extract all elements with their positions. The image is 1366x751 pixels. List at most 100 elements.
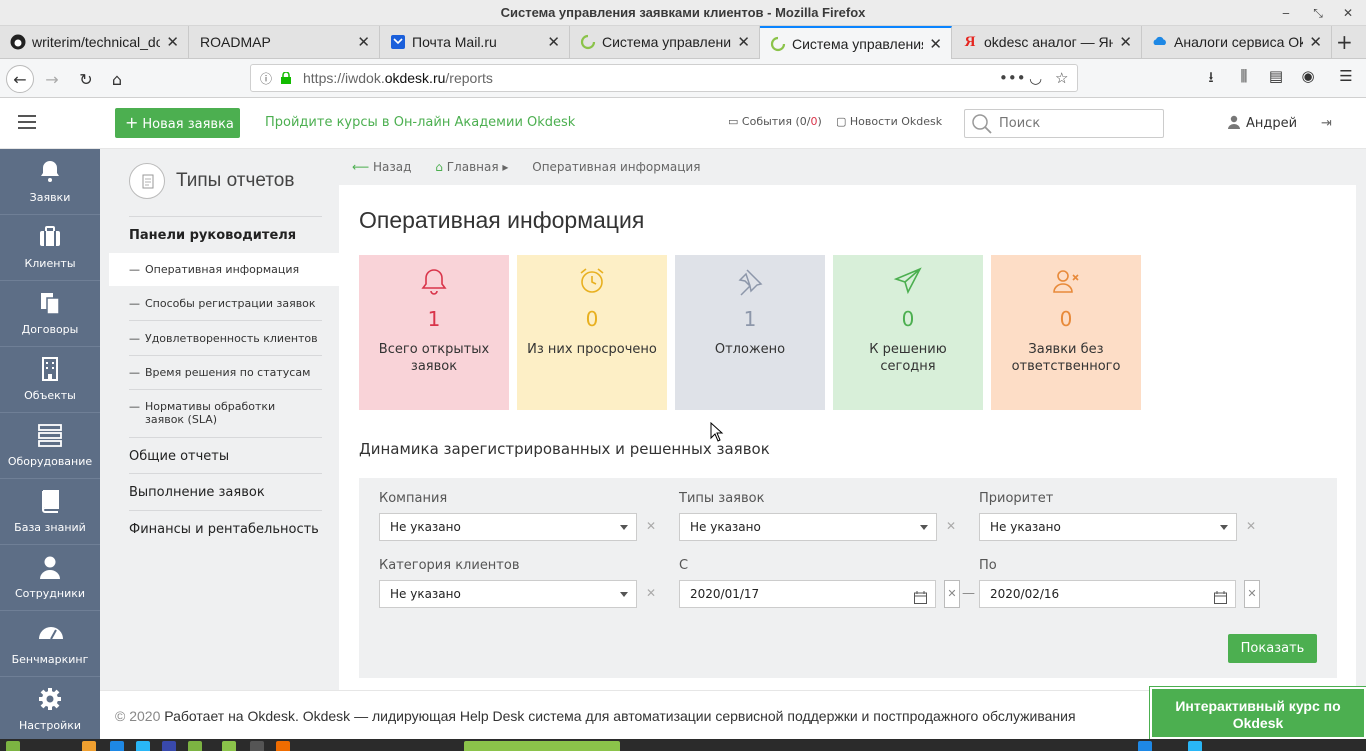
tab-mail[interactable]: Почта Mail.ru ✕ [380, 26, 570, 59]
new-request-button[interactable]: + Новая заявка [115, 108, 240, 138]
priority-select[interactable]: Не указано [979, 513, 1237, 541]
app-icon[interactable] [276, 741, 290, 751]
account-icon[interactable]: ◉ [1296, 67, 1320, 91]
close-tab-icon[interactable]: ✕ [357, 33, 370, 51]
app-icon[interactable] [82, 741, 96, 751]
tab-analogs[interactable]: Аналоги сервиса Okd ✕ [1142, 26, 1332, 59]
sidebar-item-contracts[interactable]: Договоры [0, 281, 100, 347]
interactive-course-button[interactable]: Интерактивный курс по Okdesk [1150, 687, 1366, 739]
sidebar-item-knowledge-base[interactable]: База знаний [0, 479, 100, 545]
show-button[interactable]: Показать [1228, 634, 1317, 663]
tray-icon[interactable] [1188, 741, 1202, 751]
tab-roadmap[interactable]: ROADMAP ✕ [189, 26, 380, 59]
card-unassigned[interactable]: 0 Заявки без ответственного [991, 255, 1141, 410]
company-select[interactable]: Не указано [379, 513, 637, 541]
academy-link[interactable]: Пройдите курсы в Он-лайн Академии Okdesk [265, 115, 575, 130]
close-tab-icon[interactable]: ✕ [1309, 33, 1322, 51]
home-icon[interactable]: ⌂ [103, 65, 131, 93]
section-finance[interactable]: Финансы и рентабельность [129, 522, 319, 537]
section-request-execution[interactable]: Выполнение заявок [129, 485, 265, 500]
clear-icon[interactable]: ✕ [646, 586, 656, 600]
report-operational-info[interactable]: — Оперативная информация [109, 253, 339, 286]
app-icon[interactable] [162, 741, 176, 751]
close-window-icon[interactable]: ✕ [1338, 3, 1358, 23]
report-status-time[interactable]: — Время решения по статусам [129, 366, 319, 379]
search-input[interactable] [999, 116, 1149, 131]
card-overdue[interactable]: 0 Из них просрочено [517, 255, 667, 410]
date-to-input[interactable]: 2020/02/16 [979, 580, 1236, 608]
tray-icon[interactable] [1138, 741, 1152, 751]
events-link[interactable]: ▭ События (0/0) [728, 115, 822, 128]
minimize-icon[interactable]: ‒ [1276, 3, 1296, 23]
card-due-today[interactable]: 0 К решению сегодня [833, 255, 983, 410]
server-icon [38, 423, 62, 447]
tab-yandex[interactable]: Я okdesc аналог — Янд ✕ [952, 26, 1142, 59]
clear-date-from-button[interactable]: ✕ [944, 580, 960, 608]
clear-icon[interactable]: ✕ [946, 519, 956, 533]
tab-okdesk-1[interactable]: Система управления ✕ [570, 26, 760, 59]
breadcrumb-current: Оперативная информация [532, 160, 701, 174]
reload-icon[interactable]: ↻ [72, 65, 100, 93]
user-menu[interactable]: Андрей [1228, 115, 1297, 131]
clear-icon[interactable]: ✕ [1246, 519, 1256, 533]
date-from-input[interactable]: 2020/01/17 [679, 580, 936, 608]
forward-icon[interactable]: → [38, 65, 66, 93]
client-category-select[interactable]: Не указано [379, 580, 637, 608]
back-icon[interactable]: ← [6, 65, 34, 93]
user-x-icon [1051, 266, 1081, 296]
yandex-icon: Я [964, 33, 976, 50]
sidebar-item-equipment[interactable]: Оборудование [0, 413, 100, 479]
report-client-satisfaction[interactable]: — Удовлетворенность клиентов [129, 332, 319, 345]
home-link[interactable]: ⌂ Главная ▸ [435, 160, 508, 174]
start-menu-icon[interactable] [6, 741, 20, 751]
sidebar-item-settings[interactable]: Настройки [0, 677, 100, 743]
news-link[interactable]: ▢ Новости Okdesk [836, 115, 942, 128]
logout-icon[interactable]: ⇥ [1321, 116, 1332, 131]
back-link[interactable]: ⟵ Назад [352, 160, 411, 174]
breadcrumb: ⟵ Назад ⌂ Главная ▸ Оперативная информац… [352, 160, 700, 174]
tab-github[interactable]: writerim/technical_do ✕ [0, 26, 189, 59]
close-tab-icon[interactable]: ✕ [547, 33, 560, 51]
url-bar[interactable]: ⓘ https://iwdok.okdesk.ru/reports ••• ◡ … [250, 64, 1078, 92]
close-tab-icon[interactable]: ✕ [1119, 33, 1132, 51]
restore-icon[interactable]: ⤡ [1308, 3, 1328, 23]
close-tab-icon[interactable]: ✕ [737, 33, 750, 51]
app-icon[interactable] [188, 741, 202, 751]
sidebar-item-employees[interactable]: Сотрудники [0, 545, 100, 611]
search-icon [971, 113, 993, 139]
section-manager-panels[interactable]: Панели руководителя [129, 228, 296, 243]
clear-icon[interactable]: ✕ [646, 519, 656, 533]
page-actions-icon[interactable]: ••• [999, 69, 1026, 87]
report-registration-methods[interactable]: — Способы регистрации заявок [129, 297, 319, 310]
taskbar-window-active[interactable] [464, 741, 620, 751]
close-tab-icon[interactable]: ✕ [166, 33, 179, 51]
clear-date-to-button[interactable]: ✕ [1244, 580, 1260, 608]
files-icon[interactable] [222, 741, 236, 751]
info-icon[interactable]: ⓘ [260, 70, 272, 87]
date-to-label: По [979, 558, 997, 573]
request-types-select[interactable]: Не указано [679, 513, 937, 541]
alarm-clock-icon [577, 266, 607, 296]
close-tab-icon[interactable]: ✕ [929, 35, 942, 53]
section-general-reports[interactable]: Общие отчеты [129, 449, 229, 464]
sidebar-item-requests[interactable]: Заявки [0, 149, 100, 215]
app-icon[interactable] [110, 741, 124, 751]
library-icon[interactable]: ⫼ [1232, 67, 1256, 91]
sidebar-item-clients[interactable]: Клиенты [0, 215, 100, 281]
report-sla[interactable]: — Нормативы обработки заявок (SLA) [129, 400, 319, 426]
hamburger-menu-icon[interactable] [18, 115, 36, 129]
terminal-icon[interactable] [250, 741, 264, 751]
download-icon[interactable]: ⭳ [1199, 67, 1223, 91]
sidebar-item-benchmarking[interactable]: Бенчмаркинг [0, 611, 100, 677]
menu-icon[interactable]: ☰ [1334, 67, 1358, 91]
tab-okdesk-active[interactable]: Система управления ✕ [760, 26, 952, 59]
card-postponed[interactable]: 1 Отложено [675, 255, 825, 410]
pocket-icon[interactable]: ◡ [1029, 69, 1042, 87]
search-box[interactable] [964, 109, 1164, 138]
card-open-requests[interactable]: 1 Всего открытых заявок [359, 255, 509, 410]
sidebar-toggle-icon[interactable]: ▤ [1264, 67, 1288, 91]
new-tab-icon[interactable]: + [1336, 30, 1353, 54]
sidebar-item-objects[interactable]: Объекты [0, 347, 100, 413]
bookmark-star-icon[interactable]: ☆ [1055, 69, 1068, 87]
telegram-icon[interactable] [136, 741, 150, 751]
